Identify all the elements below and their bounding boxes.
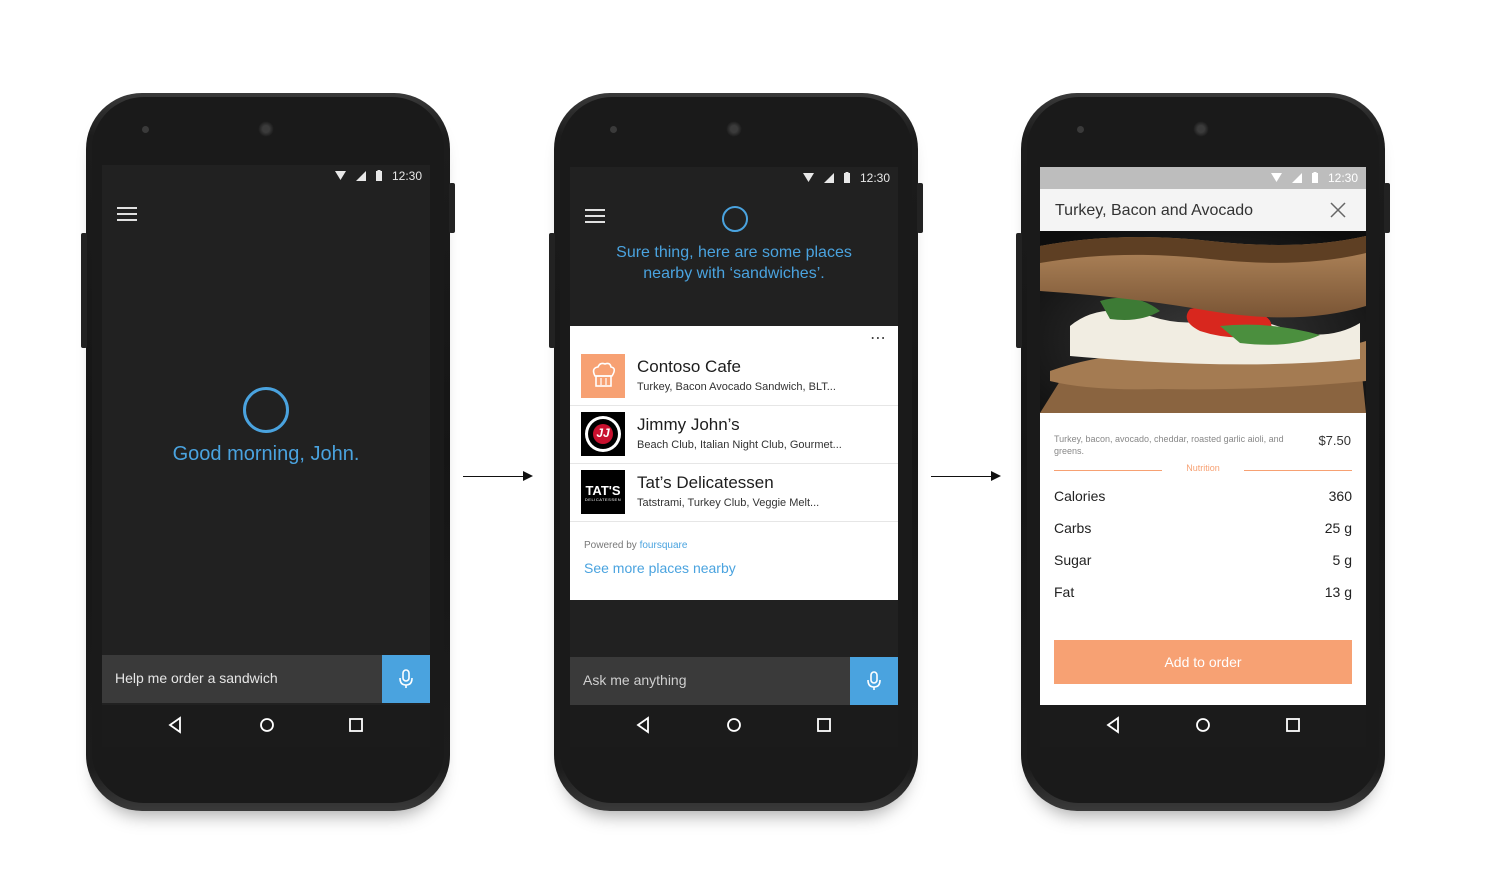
- hamburger-menu-icon[interactable]: [585, 209, 605, 227]
- foursquare-link[interactable]: foursquare: [640, 540, 688, 551]
- front-camera: [258, 121, 274, 137]
- chef-hat-icon: [592, 362, 616, 387]
- battery-icon: [844, 172, 850, 183]
- screen-2: 12:30 Sure thing, here are some places n…: [570, 167, 898, 747]
- place-item-jimmy-johns[interactable]: JJ Jimmy John’s Beach Club, Italian Nigh…: [570, 406, 898, 464]
- sandwich-photo: [1040, 231, 1366, 413]
- nutrition-row-calories: Calories 360: [1054, 488, 1352, 504]
- nav-bar: [570, 705, 898, 747]
- wifi-icon: [1271, 173, 1282, 182]
- place-item-tats[interactable]: TAT'S DELICATESSEN Tat’s Delicatessen Ta…: [570, 464, 898, 522]
- flow-arrow-1: [463, 471, 533, 481]
- phone-1: 12:30 Good morning, John. Help me order …: [81, 93, 455, 811]
- nutrition-divider: Nutrition: [1054, 463, 1352, 477]
- nutrition-label: Nutrition: [1186, 463, 1220, 473]
- hamburger-menu-icon[interactable]: [117, 207, 137, 225]
- proximity-sensor: [610, 126, 617, 133]
- back-icon[interactable]: [635, 716, 651, 734]
- more-options-icon[interactable]: ⋯: [870, 328, 887, 348]
- place-name: Contoso Cafe: [637, 357, 741, 376]
- add-to-order-button[interactable]: Add to order: [1054, 640, 1352, 684]
- phone-2: 12:30 Sure thing, here are some places n…: [549, 93, 923, 811]
- cortana-ring-icon[interactable]: [722, 206, 748, 232]
- signal-icon: [824, 172, 834, 183]
- contoso-logo: [581, 354, 625, 398]
- home-icon[interactable]: [1194, 716, 1212, 734]
- place-desc: Turkey, Bacon Avocado Sandwich, BLT...: [637, 381, 836, 393]
- item-title: Turkey, Bacon and Avocado: [1055, 202, 1254, 219]
- places-card: ⋯ Contoso Cafe Turkey, Bacon Avocado San…: [570, 326, 898, 600]
- flow-arrow-2: [931, 471, 1001, 481]
- place-name: Tat’s Delicatessen: [637, 473, 774, 492]
- item-price: $7.50: [1318, 433, 1351, 448]
- wifi-icon: [335, 171, 346, 180]
- nutrition-row-fat: Fat 13 g: [1054, 584, 1352, 600]
- nutrition-row-carbs: Carbs 25 g: [1054, 520, 1352, 536]
- place-item-contoso[interactable]: Contoso Cafe Turkey, Bacon Avocado Sandw…: [570, 348, 898, 406]
- screen-1: 12:30 Good morning, John. Help me order …: [102, 165, 430, 747]
- recents-icon[interactable]: [348, 716, 364, 734]
- status-bar: 12:30: [570, 167, 898, 189]
- mic-button[interactable]: [382, 655, 430, 703]
- back-icon[interactable]: [167, 716, 183, 734]
- powered-by: Powered by foursquare: [584, 540, 688, 551]
- response-text: Sure thing, here are some places nearby …: [616, 244, 852, 282]
- close-icon[interactable]: [1330, 202, 1346, 218]
- signal-icon: [1292, 172, 1302, 183]
- proximity-sensor: [1077, 126, 1084, 133]
- place-name: Jimmy John’s: [637, 415, 740, 434]
- place-desc: Beach Club, Italian Night Club, Gourmet.…: [637, 439, 842, 451]
- screen-3: 12:30 Turkey, Bacon and Avocado Turkey, …: [1040, 167, 1366, 747]
- ask-input[interactable]: Ask me anything: [583, 672, 687, 688]
- cortana-ring-icon[interactable]: [243, 387, 289, 433]
- status-time: 12:30: [391, 169, 422, 183]
- ask-bar[interactable]: Ask me anything: [570, 657, 898, 705]
- proximity-sensor: [142, 126, 149, 133]
- status-bar: 12:30: [1040, 167, 1366, 189]
- home-icon[interactable]: [725, 716, 743, 734]
- query-text: Help me order a sandwich: [115, 670, 278, 686]
- tats-logo: TAT'S DELICATESSEN: [581, 470, 625, 514]
- nav-bar: [1040, 705, 1366, 747]
- recents-icon[interactable]: [816, 716, 832, 734]
- wifi-icon: [803, 173, 814, 182]
- jimmy-johns-logo: JJ: [581, 412, 625, 456]
- back-icon[interactable]: [1105, 716, 1121, 734]
- signal-icon: [356, 170, 366, 181]
- status-time: 12:30: [1327, 171, 1358, 185]
- battery-icon: [1312, 172, 1318, 183]
- front-camera: [1193, 121, 1209, 137]
- see-more-link[interactable]: See more places nearby: [584, 560, 736, 576]
- place-desc: Tatstrami, Turkey Club, Veggie Melt...: [637, 497, 820, 509]
- front-camera: [726, 121, 742, 137]
- detail-header: Turkey, Bacon and Avocado: [1040, 189, 1366, 231]
- battery-icon: [376, 170, 382, 181]
- item-description: Turkey, bacon, avocado, cheddar, roasted…: [1054, 434, 1284, 456]
- microphone-icon: [399, 669, 413, 688]
- mic-button[interactable]: [850, 657, 898, 705]
- recents-icon[interactable]: [1285, 716, 1301, 734]
- greeting-text: Good morning, John.: [172, 443, 360, 465]
- nutrition-row-sugar: Sugar 5 g: [1054, 552, 1352, 568]
- status-bar: 12:30: [102, 165, 430, 187]
- microphone-icon: [867, 671, 881, 690]
- nav-bar: [102, 705, 430, 747]
- phone-3: 12:30 Turkey, Bacon and Avocado Turkey, …: [1016, 93, 1390, 811]
- status-time: 12:30: [859, 171, 890, 185]
- home-icon[interactable]: [258, 716, 276, 734]
- query-bar[interactable]: Help me order a sandwich: [102, 655, 430, 703]
